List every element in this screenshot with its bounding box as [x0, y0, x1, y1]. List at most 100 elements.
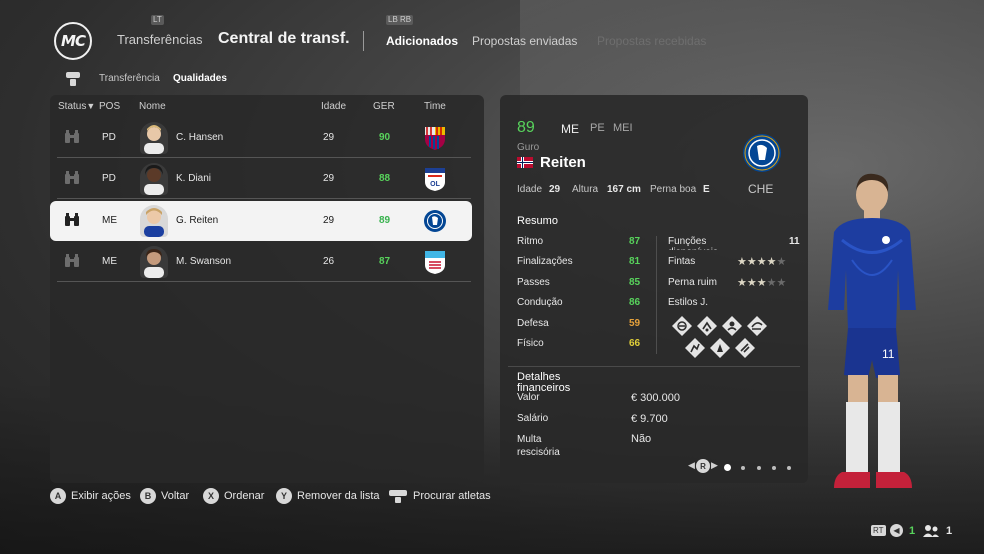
stat-label-physical: Físico: [517, 338, 544, 349]
playstyle-icon[interactable]: [684, 337, 706, 359]
table-row[interactable]: PD K. Diani 29 88 OL: [57, 159, 471, 199]
player-avatar: [140, 246, 168, 278]
age-value: 29: [549, 184, 561, 195]
hint-back[interactable]: B Voltar: [140, 488, 189, 504]
stat-value-pace: 87: [629, 236, 641, 247]
stat-value-shooting: 81: [629, 256, 641, 267]
hint-search-players[interactable]: Procurar atletas: [388, 488, 491, 504]
playstyle-icon[interactable]: [721, 315, 743, 337]
height-value: 167 cm: [607, 184, 641, 195]
skill-moves-label: Fintas: [668, 256, 696, 267]
page-title: Central de transf.: [218, 30, 350, 47]
row-ovr: 87: [379, 256, 391, 267]
playstyle-icon[interactable]: [746, 315, 768, 337]
detail-position-alt: PE: [590, 122, 605, 134]
column-ovr[interactable]: GER: [373, 101, 395, 112]
stat-value-passing: 85: [629, 277, 641, 288]
page-dot[interactable]: [772, 466, 776, 470]
row-age: 29: [323, 132, 335, 143]
finance-section: Detalhes financeiros Valor € 300.000 Sal…: [508, 367, 800, 458]
svg-text:11: 11: [882, 347, 895, 361]
player-avatar: [140, 163, 168, 195]
binoculars-icon: [65, 213, 79, 226]
finance-value-wage: € 9.700: [631, 413, 668, 425]
stat-label-shooting: Finalizações: [517, 256, 573, 267]
bumper-buttons-hint: LB RB: [386, 15, 414, 25]
height-label: Altura: [572, 184, 599, 195]
row-position: PD: [102, 173, 116, 184]
playstyle-icon[interactable]: [734, 337, 756, 359]
detail-position-main: ME: [561, 122, 579, 136]
column-pos[interactable]: POS: [99, 101, 120, 112]
barcelona-crest-icon: [425, 127, 445, 150]
column-name[interactable]: Nome: [139, 101, 166, 112]
column-age[interactable]: Idade: [321, 101, 346, 112]
counter-b: 1: [946, 525, 953, 537]
hint-show-actions[interactable]: A Exibir ações: [50, 488, 131, 504]
functions-value: 11: [789, 236, 800, 247]
playstyle-icon[interactable]: [671, 315, 693, 337]
left-arrow-icon: ◀: [890, 524, 903, 537]
subtab-qualidades[interactable]: Qualidades: [173, 73, 227, 84]
playstyle-icon[interactable]: [696, 315, 718, 337]
x-button-icon: X: [203, 488, 219, 504]
subtab-transferencia[interactable]: Transferência: [99, 73, 160, 84]
player-render-image: 11: [828, 173, 916, 488]
sort-desc-icon: ▼: [86, 101, 96, 111]
page-dot[interactable]: [787, 466, 791, 470]
row-ovr: 90: [379, 132, 391, 143]
page-dot-active[interactable]: [724, 464, 731, 471]
tab-adicionados[interactable]: Adicionados: [386, 34, 458, 48]
r-stick-button[interactable]: R: [696, 459, 710, 473]
weak-foot-label: Perna ruim: [668, 277, 717, 288]
player-avatar: [140, 205, 168, 237]
b-button-icon: B: [140, 488, 156, 504]
foot-label: Perna boa: [650, 184, 697, 195]
age-label: Idade: [517, 184, 543, 195]
functions-label: Funções disponíveis: [668, 236, 718, 250]
playstyle-icon[interactable]: [709, 337, 731, 359]
detail-first-name: Guro: [517, 142, 540, 153]
stat-label-dribbling: Condução: [517, 297, 563, 308]
column-club[interactable]: Time: [424, 101, 446, 112]
red-stars-crest-icon: [425, 251, 445, 274]
lt-button-hint: LT: [151, 15, 164, 25]
playstyles-label: Estilos J.: [668, 297, 709, 308]
foot-value: E: [703, 184, 710, 195]
skill-moves-stars: ★★★★★: [737, 255, 787, 268]
chelsea-crest-icon: [424, 210, 446, 232]
breadcrumb-transfers[interactable]: Transferências: [117, 32, 203, 47]
tab-propostas-recebidas[interactable]: Propostas recebidas: [597, 34, 706, 48]
page-dot[interactable]: [741, 466, 745, 470]
row-age: 29: [323, 173, 335, 184]
detail-last-name: Reiten: [540, 154, 586, 171]
row-position: PD: [102, 132, 116, 143]
chelsea-crest-icon: [743, 134, 781, 172]
table-row[interactable]: PD C. Hansen 29 90: [57, 118, 471, 158]
detail-ovr: 89: [517, 119, 535, 136]
hint-remove[interactable]: Y Remover da lista: [276, 488, 380, 504]
stat-label-pace: Ritmo: [517, 236, 544, 247]
y-button-icon: Y: [276, 488, 292, 504]
counter-a: 1: [909, 525, 916, 537]
row-age: 26: [323, 256, 335, 267]
norway-flag-icon: [517, 157, 533, 168]
page-dot[interactable]: [757, 466, 761, 470]
table-row-selected[interactable]: ME G. Reiten 29 89: [50, 201, 472, 241]
row-name: G. Reiten: [176, 215, 219, 226]
detail-club-code: CHE: [748, 182, 774, 196]
column-status[interactable]: Status▼: [58, 101, 95, 112]
stat-value-physical: 66: [629, 338, 641, 349]
table-row[interactable]: ME M. Swanson 26 87: [57, 242, 471, 282]
row-name: M. Swanson: [176, 256, 232, 267]
stat-label-defending: Defesa: [517, 318, 549, 329]
career-mode-logo: MC: [54, 22, 92, 60]
stat-value-dribbling: 86: [629, 297, 641, 308]
player-avatar: [140, 122, 168, 154]
hint-sort[interactable]: X Ordenar: [203, 488, 264, 504]
summary-title: Resumo: [517, 215, 558, 227]
stat-value-defending: 59: [629, 318, 641, 329]
finance-label-release: Multa rescisória: [517, 434, 560, 457]
lyon-crest-icon: OL: [425, 168, 445, 191]
tab-propostas-enviadas[interactable]: Propostas enviadas: [472, 34, 577, 48]
